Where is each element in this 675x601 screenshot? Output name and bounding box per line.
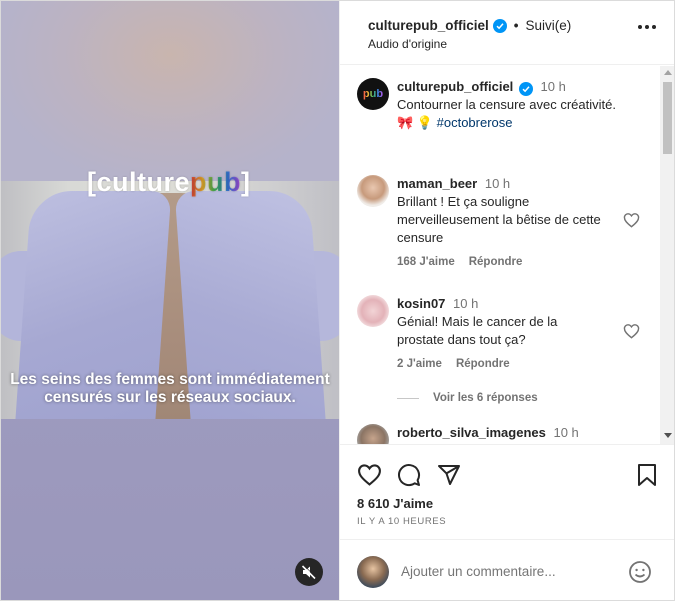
comment-username[interactable]: roberto_silva_imagenes xyxy=(397,425,546,440)
more-options-button[interactable] xyxy=(638,25,656,29)
comment-text: prostate dans tout ça? xyxy=(397,332,526,347)
caption-username[interactable]: culturepub_officiel xyxy=(397,79,513,94)
comment-likes[interactable]: 168 J'aime xyxy=(397,256,455,268)
comment-likes[interactable]: 2 J'aime xyxy=(397,358,442,370)
like-comment-heart-icon[interactable] xyxy=(623,212,640,228)
post-header: culturepub_officiel • Suivi(e) Audio d'o… xyxy=(340,1,674,65)
follow-status-button[interactable]: Suivi(e) xyxy=(526,18,572,33)
comment-text: Brillant ! Et ça souligne xyxy=(397,194,530,209)
add-comment-input[interactable] xyxy=(401,564,621,579)
view-replies-button[interactable]: Voir les 6 réponses xyxy=(397,392,538,404)
like-heart-icon[interactable] xyxy=(357,463,382,486)
save-bookmark-icon[interactable] xyxy=(637,463,657,487)
comment-text: censure xyxy=(397,230,444,245)
verified-badge-icon xyxy=(492,18,507,33)
comment-text: merveilleusement la bêtise de cette xyxy=(397,212,601,227)
avatar[interactable] xyxy=(357,295,389,327)
comment-time: 10 h xyxy=(453,296,479,311)
avatar[interactable]: pub xyxy=(357,78,389,110)
comments-scrollbar[interactable] xyxy=(660,66,674,444)
verified-badge-icon xyxy=(518,82,533,96)
instagram-post-window: Les seins des femmes sont immédiatement … xyxy=(0,0,675,601)
video-logo: [culturepub] xyxy=(87,167,251,197)
replies-divider xyxy=(397,397,419,399)
video-frame: Les seins des femmes sont immédiatement … xyxy=(1,181,339,419)
audio-link[interactable]: Audio d'origine xyxy=(368,37,447,51)
scrollbar-thumb[interactable] xyxy=(663,82,672,154)
video-blur-top xyxy=(1,1,339,181)
add-comment-bar xyxy=(340,539,674,600)
volume-mute-icon xyxy=(301,564,317,580)
comment-username[interactable]: maman_beer xyxy=(397,176,477,191)
caption-text: Contourner la censure avec créativité. xyxy=(397,97,616,112)
caption-emojis: 🎀 💡 xyxy=(397,115,433,130)
header-username[interactable]: culturepub_officiel xyxy=(368,18,489,33)
reply-button[interactable]: Répondre xyxy=(469,256,523,268)
comment-username[interactable]: kosin07 xyxy=(397,296,445,311)
post-timestamp[interactable]: IL Y A 10 HEURES xyxy=(357,516,446,527)
comment-time: 10 h xyxy=(484,176,511,191)
video-subtitle: Les seins des femmes sont immédiatement … xyxy=(10,371,330,406)
reply-button[interactable]: Répondre xyxy=(456,358,510,370)
header-separator: • xyxy=(513,18,519,33)
post-actions: 8 610 J'aime IL Y A 10 HEURES xyxy=(340,444,674,539)
avatar xyxy=(357,556,389,588)
share-send-icon[interactable] xyxy=(437,463,461,487)
mute-button[interactable] xyxy=(295,558,323,586)
video-player[interactable]: Les seins des femmes sont immédiatement … xyxy=(1,1,339,600)
comments-list[interactable]: pub culturepub_officiel 10 h Contourner … xyxy=(340,66,674,444)
avatar[interactable] xyxy=(357,424,389,444)
emoji-picker-icon[interactable] xyxy=(628,560,652,584)
comment-time: 10 h xyxy=(553,425,579,440)
avatar[interactable] xyxy=(357,175,389,207)
more-horizontal-icon xyxy=(638,25,642,29)
scroll-up-arrow-icon[interactable] xyxy=(664,70,672,75)
like-comment-heart-icon[interactable] xyxy=(623,323,640,339)
scroll-down-arrow-icon[interactable] xyxy=(664,433,672,438)
comment-bubble-icon[interactable] xyxy=(397,463,421,487)
hashtag-link[interactable]: #octobrerose xyxy=(437,115,513,130)
caption-time: 10 h xyxy=(540,79,566,94)
likes-count[interactable]: 8 610 J'aime xyxy=(357,496,433,511)
post-side-panel: culturepub_officiel • Suivi(e) Audio d'o… xyxy=(339,1,674,600)
comment-text: Génial! Mais le cancer de la xyxy=(397,314,558,329)
